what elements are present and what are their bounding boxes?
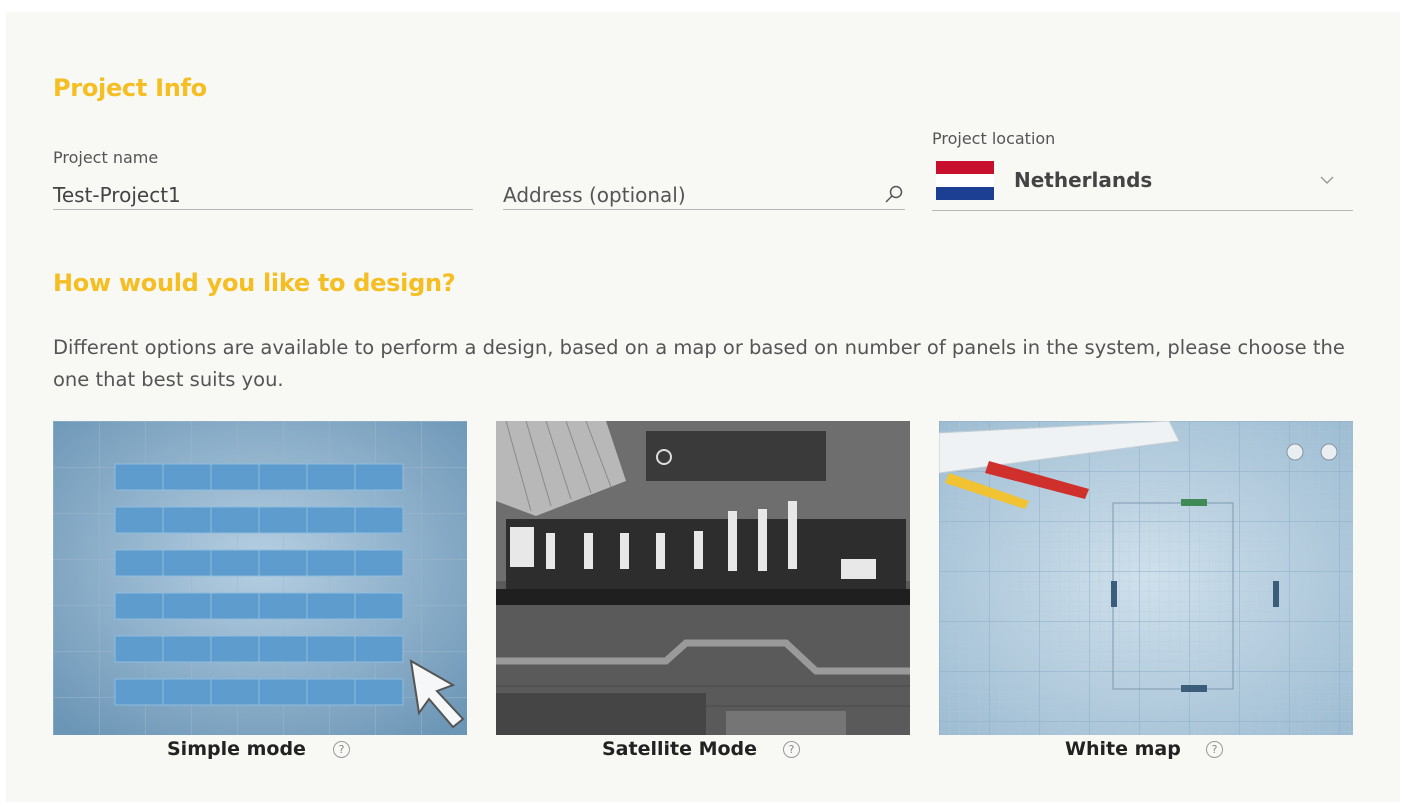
flag-stripe-blue bbox=[936, 187, 994, 200]
flag-stripe-red bbox=[936, 161, 994, 174]
simple-mode-card[interactable] bbox=[53, 421, 467, 735]
search-icon[interactable] bbox=[883, 183, 905, 205]
country-value: Netherlands bbox=[1014, 168, 1153, 192]
white-map-image bbox=[939, 421, 1353, 735]
project-location-select[interactable]: Netherlands bbox=[932, 158, 1353, 211]
address-field[interactable]: Address (optional) bbox=[503, 177, 905, 210]
simple-mode-image bbox=[53, 421, 467, 735]
design-description: Different options are available to perfo… bbox=[53, 336, 1345, 391]
simple-mode-label[interactable]: Simple mode bbox=[167, 738, 306, 760]
satellite-mode-image bbox=[496, 421, 910, 735]
project-name-label: Project name bbox=[53, 148, 159, 167]
netherlands-flag-icon bbox=[936, 161, 994, 200]
satellite-mode-card[interactable] bbox=[496, 421, 910, 735]
simple-mode-help-icon[interactable]: ? bbox=[333, 741, 350, 758]
project-info-heading: Project Info bbox=[53, 74, 207, 102]
chevron-down-icon[interactable] bbox=[1319, 174, 1335, 186]
white-map-help-icon[interactable]: ? bbox=[1206, 741, 1223, 758]
satellite-mode-help-icon[interactable]: ? bbox=[783, 741, 800, 758]
flag-stripe-white bbox=[936, 174, 994, 187]
project-name-value: Test-Project1 bbox=[53, 183, 181, 207]
white-map-label[interactable]: White map bbox=[1065, 738, 1181, 760]
project-location-label: Project location bbox=[932, 129, 1056, 148]
white-map-card[interactable] bbox=[939, 421, 1353, 735]
address-placeholder: Address (optional) bbox=[503, 183, 686, 207]
satellite-mode-label[interactable]: Satellite Mode bbox=[602, 738, 757, 760]
design-heading: How would you like to design? bbox=[53, 269, 456, 297]
project-name-field[interactable]: Test-Project1 bbox=[53, 177, 473, 210]
